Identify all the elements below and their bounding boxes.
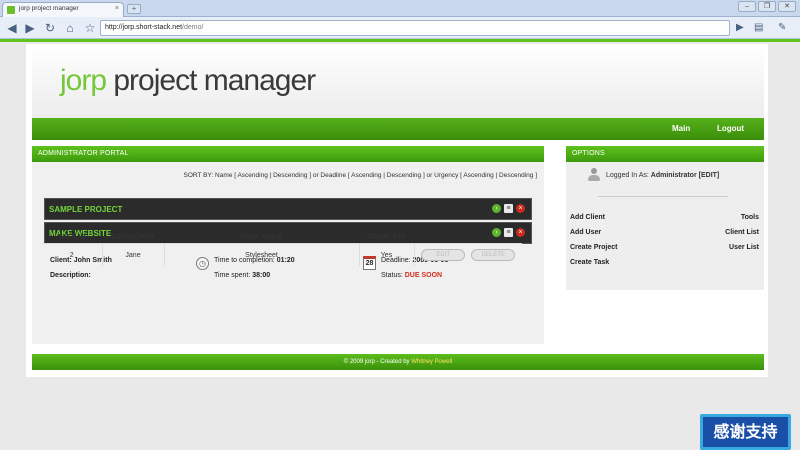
description-label: Description: [50,272,91,279]
project-actions: › ≡ × [492,204,525,213]
tasks-table: TASK ID DEVELOPER TASK NAME COMPLETE 2 J… [42,232,522,266]
back-icon[interactable]: ◀ [4,20,20,36]
open-project-icon[interactable]: › [492,204,501,213]
top-accent-line [0,39,800,42]
page-menu-icon[interactable]: ▤ [754,20,763,36]
edit-task-button[interactable]: EDIT [421,249,466,261]
logged-in-label: Logged In As: [606,172,649,179]
delete-project-icon[interactable]: × [516,204,525,213]
delete-task-button[interactable]: DELETE [471,249,516,261]
time-spent-value: 38:00 [252,272,271,279]
description-info: Description: [50,272,91,279]
tools-link[interactable]: Tools [741,214,759,221]
project-row[interactable]: SAMPLE PROJECT › ≡ × [44,198,532,220]
site-footer: © 2009 jorp - Created by Whitney Powell [32,354,764,370]
nav-main-link[interactable]: Main [672,124,690,133]
window-controls: – ❐ ✕ [738,1,796,12]
footer-author-link[interactable]: Whitney Powell [411,359,452,365]
url-host: http://jorp.short-stack.net [105,24,183,31]
footer-text: © 2009 jorp - Created by [343,359,412,365]
task-id: 2 [42,243,102,266]
minimize-button[interactable]: – [738,1,756,12]
tab-close-icon[interactable]: × [115,5,119,12]
browser-tab[interactable]: jorp project manager × [2,2,124,17]
edit-project-icon[interactable]: ≡ [504,204,513,213]
column-header: DEVELOPER [111,234,155,241]
close-window-button[interactable]: ✕ [778,1,796,12]
address-bar[interactable]: http://jorp.short-stack.net/demo/ [100,20,730,36]
time-spent-label: Time spent: [214,272,251,279]
support-badge[interactable]: 感谢支持 [700,414,791,450]
bookmark-star-icon[interactable]: ☆ [82,20,98,36]
user-icon [588,168,600,182]
url-path: /demo/ [182,24,204,31]
browser-toolbar: ◀ ▶ ↻ ⌂ ☆ http://jorp.short-stack.net/de… [0,17,800,39]
task-complete: Yes [358,243,414,266]
add-client-link[interactable]: Add Client [570,214,605,221]
create-task-link[interactable]: Create Task [570,259,609,266]
browser-tab-strip: jorp project manager × + – ❐ ✕ [0,0,800,17]
page-container: jorp project manager Main Logout ADMINIS… [26,44,768,377]
status-badge: DUE SOON [404,272,443,279]
options-panel: OPTIONS Logged In As: Administrator [EDI… [566,146,764,290]
client-list-link[interactable]: Client List [725,229,759,236]
forward-icon[interactable]: ▶ [22,20,38,36]
add-user-link[interactable]: Add User [570,229,601,236]
status-label: Status: [381,272,403,279]
main-navbar: Main Logout [32,118,764,140]
create-project-link[interactable]: Create Project [570,244,617,251]
column-header: COMPLETE [367,234,406,241]
edit-profile-link[interactable]: [EDIT] [699,172,720,179]
favicon-icon [7,6,15,14]
site-header: jorp project manager [32,44,764,118]
table-row: 2 Jane Stylesheet Yes EDIT DELETE [42,243,522,266]
new-tab-button[interactable]: + [127,4,141,14]
home-icon[interactable]: ⌂ [62,20,78,36]
status: Status: DUE SOON [381,272,442,279]
maximize-button[interactable]: ❐ [758,1,776,12]
project-name[interactable]: SAMPLE PROJECT [49,205,122,214]
logged-in-info: Logged In As: Administrator [EDIT] [606,172,719,179]
task-actions: EDIT DELETE [413,243,522,266]
admin-portal-title: ADMINISTRATOR PORTAL [32,146,544,162]
time-spent: Time spent: 38:00 [214,272,270,279]
sort-bar[interactable]: SORT BY: Name [ Ascending | Descending ]… [32,172,538,179]
logo-jorp: jorp [60,64,107,97]
task-developer: Jane [101,243,164,266]
table-header-row: TASK ID DEVELOPER TASK NAME COMPLETE [42,232,522,244]
column-header: TASK NAME [240,234,283,241]
column-header: TASK ID [58,234,86,241]
reload-icon[interactable]: ↻ [42,20,58,36]
nav-logout-link[interactable]: Logout [717,124,744,133]
logo-text: project manager [106,64,316,97]
wrench-icon[interactable]: ✎ [778,20,786,36]
site-logo: jorp project manager [60,64,316,98]
options-title: OPTIONS [566,146,764,162]
options-divider [598,196,728,197]
user-list-link[interactable]: User List [729,244,759,251]
logged-in-user: Administrator [650,172,697,179]
tab-title: jorp project manager [19,5,79,12]
column-header-actions [414,232,522,244]
task-name: Stylesheet [163,243,359,266]
go-icon[interactable]: ▶ [736,20,744,36]
